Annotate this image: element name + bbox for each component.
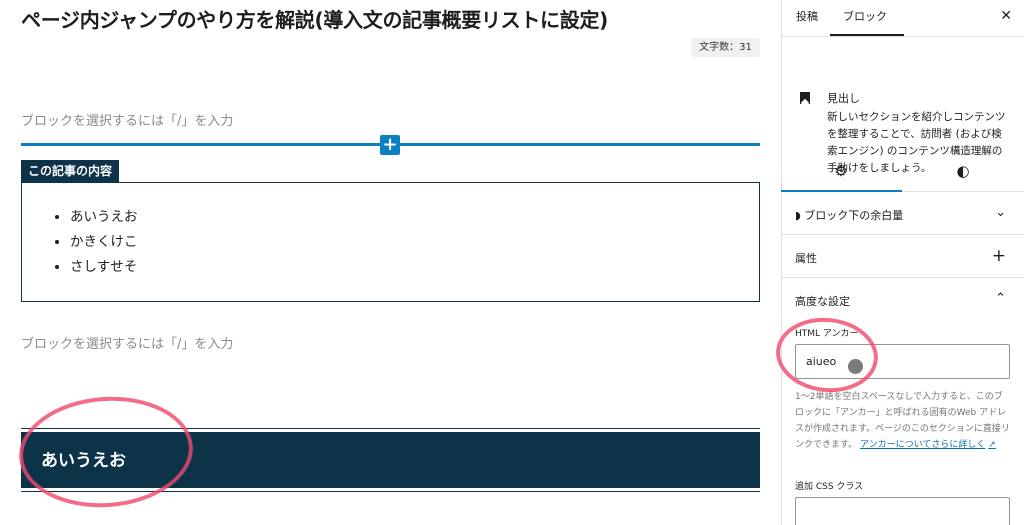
heading-text[interactable]: あいうえお xyxy=(41,446,126,471)
panel-spacing-label: ブロック下の余白量 xyxy=(804,209,904,222)
chevron-down-icon[interactable]: ⌄ xyxy=(995,205,1006,220)
settings-style-tabs: ⚙ ◐ xyxy=(781,148,1024,192)
mouse-cursor xyxy=(848,359,863,374)
heading-background xyxy=(21,432,760,488)
editor-canvas: ページ内ジャンプのやり方を解説(導入文の記事概要リストに設定) 文字数：31 ブ… xyxy=(0,0,781,525)
summary-box[interactable]: あいうえお かきくけこ さしすせそ xyxy=(21,182,760,302)
list-item[interactable]: さしすせそ xyxy=(70,257,138,282)
panel-attributes-title: 属性 xyxy=(795,252,817,265)
css-class-input[interactable] xyxy=(795,497,1010,525)
html-anchor-input[interactable] xyxy=(795,344,1010,379)
heading-block[interactable]: あいうえお xyxy=(21,428,760,492)
panel-advanced-title[interactable]: 高度な設定 xyxy=(795,293,850,309)
block-placeholder[interactable]: ブロックを選択するには「/」を入力 xyxy=(21,333,233,352)
tab-block[interactable]: ブロック xyxy=(830,0,900,37)
panel-attributes[interactable]: 属性 + xyxy=(781,235,1024,278)
heading-border-bottom xyxy=(21,491,760,492)
summary-box-label[interactable]: この記事の内容 xyxy=(21,160,120,182)
post-title[interactable]: ページ内ジャンプのやり方を解説(導入文の記事概要リストに設定) xyxy=(21,4,608,33)
sidebar-tabs: 投稿 ブロック ✕ xyxy=(782,0,1024,37)
list-item[interactable]: あいうえお xyxy=(70,207,138,232)
active-tab-indicator xyxy=(830,34,904,36)
summary-list: あいうえお かきくけこ さしすせそ xyxy=(70,207,138,282)
spacing-icon: ◗ xyxy=(795,209,801,222)
tab-post[interactable]: 投稿 xyxy=(796,0,818,37)
plus-icon[interactable]: + xyxy=(992,246,1006,266)
chevron-up-icon[interactable]: ⌃ xyxy=(995,291,1006,306)
word-count-badge: 文字数：31 xyxy=(691,38,760,57)
block-inserter-button[interactable]: + xyxy=(380,135,400,155)
html-anchor-help: 1〜2単語を空白スペースなしで入力すると、このブロックに「アンカー」と呼ばれる固… xyxy=(795,389,1010,453)
panel-spacing[interactable]: ◗ ブロック下の余白量 ⌄ xyxy=(781,192,1024,235)
contrast-icon[interactable]: ◐ xyxy=(943,160,983,182)
css-class-label: 追加 CSS クラス xyxy=(795,482,864,492)
panel-advanced: 高度な設定 ⌃ HTML アンカー 1〜2単語を空白スペースなしで入力すると、こ… xyxy=(781,278,1024,525)
block-placeholder[interactable]: ブロックを選択するには「/」を入力 xyxy=(21,110,233,129)
html-anchor-label: HTML アンカー xyxy=(795,329,859,339)
external-link-icon[interactable]: ↗ xyxy=(988,440,996,450)
block-card-title: 見出し xyxy=(827,92,860,105)
bookmark-icon xyxy=(800,92,810,104)
gear-icon[interactable]: ⚙ xyxy=(821,160,861,182)
anchor-help-link[interactable]: アンカーについてさらに詳しく xyxy=(860,440,985,450)
list-item[interactable]: かきくけこ xyxy=(70,232,138,257)
heading-border-top xyxy=(21,428,760,429)
panel-spacing-title: ◗ ブロック下の余白量 xyxy=(795,207,903,223)
close-icon[interactable]: ✕ xyxy=(1000,8,1012,24)
block-card: 見出し 新しいセクションを紹介しコンテンツを整理することで、訪問者 (および検索… xyxy=(782,37,1024,174)
